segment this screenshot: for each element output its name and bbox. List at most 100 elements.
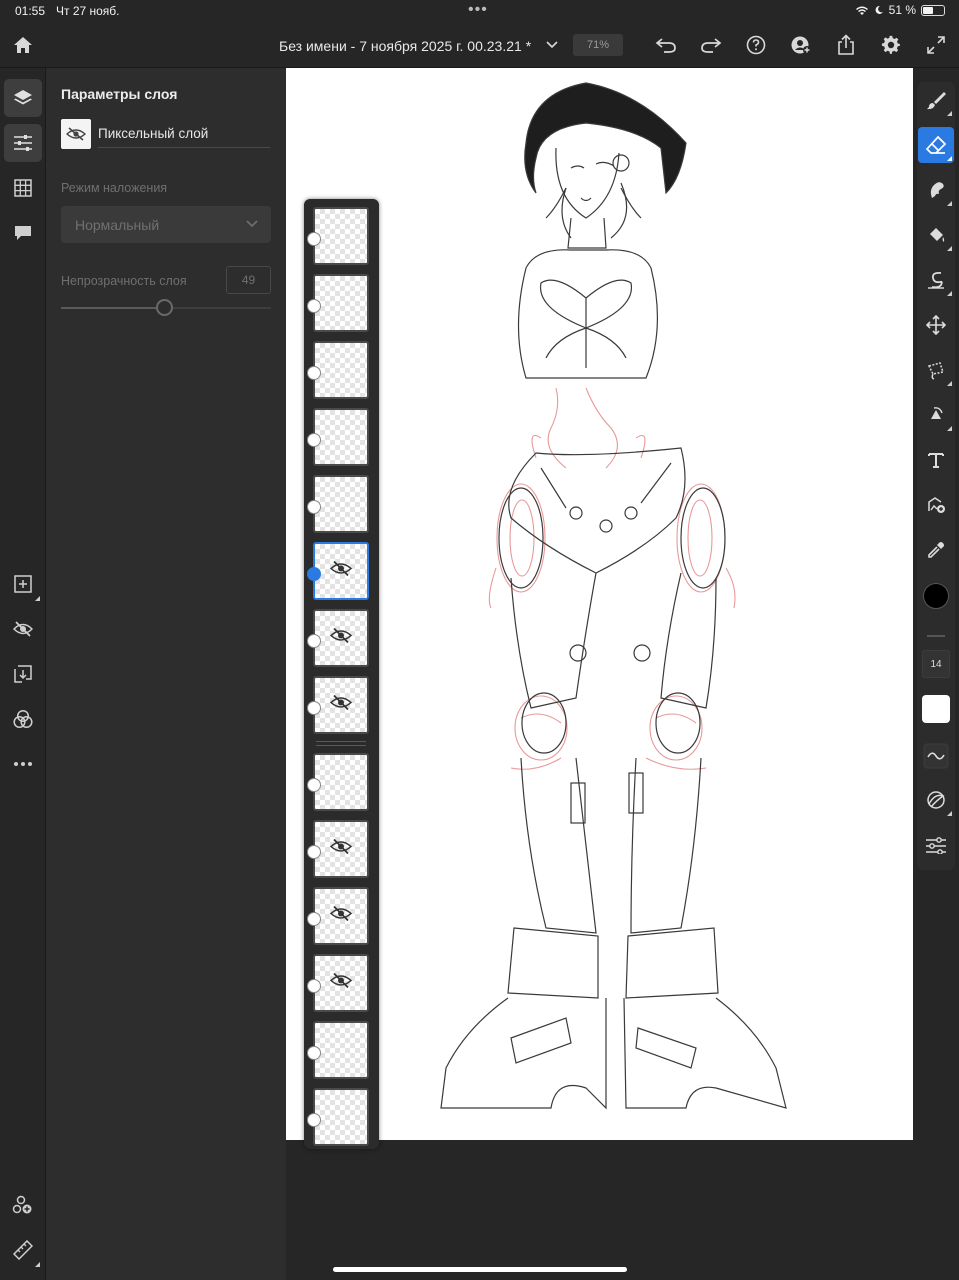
move-tool[interactable] xyxy=(918,307,954,343)
layer-badge-icon[interactable] xyxy=(307,1046,321,1060)
share-icon[interactable] xyxy=(833,32,859,58)
redo-icon[interactable] xyxy=(698,32,724,58)
brush-tool[interactable] xyxy=(918,82,954,118)
layer-thumbnail-11[interactable] xyxy=(313,887,369,945)
layer-thumbnail-9[interactable] xyxy=(313,753,369,811)
smudge-icon xyxy=(930,182,944,198)
layer-badge-icon[interactable] xyxy=(307,500,321,514)
layer-thumbnail-10[interactable] xyxy=(313,820,369,878)
settings-icon[interactable] xyxy=(878,32,904,58)
layer-badge-icon[interactable] xyxy=(307,979,321,993)
eyedropper-tool[interactable] xyxy=(918,532,954,568)
live-stream-icon[interactable] xyxy=(788,32,814,58)
brush-preview-swatch[interactable] xyxy=(922,695,950,723)
smoothing-button[interactable] xyxy=(918,738,954,774)
wifi-icon xyxy=(855,6,868,15)
zoom-level[interactable]: 71% xyxy=(573,34,623,56)
hidden-eye-icon xyxy=(329,627,353,649)
brush-settings-icon xyxy=(927,791,945,809)
layer-thumbnail-14[interactable] xyxy=(313,1088,369,1146)
layer-thumbnail[interactable] xyxy=(61,119,91,149)
primary-color-swatch[interactable] xyxy=(923,583,949,609)
drawing-canvas[interactable] xyxy=(286,68,913,1140)
layer-group-divider xyxy=(316,745,366,746)
blend-mode-select[interactable]: Нормальный xyxy=(61,206,271,243)
visibility-button[interactable] xyxy=(4,610,42,648)
layer-thumbnail-3[interactable] xyxy=(313,341,369,399)
canvas-workspace[interactable] xyxy=(286,68,918,1280)
transform-tool[interactable] xyxy=(918,397,954,433)
eyedropper-icon xyxy=(928,542,944,558)
help-icon[interactable] xyxy=(743,32,769,58)
blend-mode-label: Режим наложения xyxy=(61,181,168,195)
add-layer-button[interactable] xyxy=(4,565,42,603)
home-indicator[interactable] xyxy=(333,1267,627,1272)
layers-button[interactable] xyxy=(4,79,42,117)
home-icon[interactable] xyxy=(10,32,36,58)
hidden-eye-icon xyxy=(329,694,353,716)
artboard[interactable] xyxy=(286,68,913,1140)
blend-button[interactable] xyxy=(4,700,42,738)
place-image-tool[interactable] xyxy=(918,487,954,523)
eraser-tool[interactable] xyxy=(918,127,954,163)
smudge-tool[interactable] xyxy=(918,172,954,208)
opacity-slider[interactable] xyxy=(61,299,271,316)
comments-icon xyxy=(15,226,31,240)
opacity-slider-fill xyxy=(61,307,164,309)
merge-down-button[interactable] xyxy=(4,655,42,693)
lasso-tool[interactable] xyxy=(918,352,954,388)
layer-thumbnail-8[interactable] xyxy=(313,676,369,734)
hidden-eye-icon xyxy=(329,838,353,860)
layer-thumbnail-6[interactable] xyxy=(313,542,369,600)
opacity-slider-knob[interactable] xyxy=(155,299,173,316)
layer-badge-icon[interactable] xyxy=(307,634,321,648)
fill-tool[interactable] xyxy=(918,217,954,253)
fullscreen-icon[interactable] xyxy=(923,32,949,58)
layer-badge-icon[interactable] xyxy=(307,433,321,447)
more-icon xyxy=(14,762,32,766)
top-bar: Без имени - 7 ноября 2025 г. 00.23.21 * … xyxy=(0,22,959,68)
layer-badge-icon[interactable] xyxy=(307,778,321,792)
opacity-input[interactable]: 49 xyxy=(226,266,271,294)
layer-badge-icon[interactable] xyxy=(307,366,321,380)
status-right: 51 % xyxy=(855,3,945,17)
lasso-icon xyxy=(927,362,944,380)
layer-thumbnail-5[interactable] xyxy=(313,475,369,533)
layer-properties-button[interactable] xyxy=(4,124,42,162)
layer-thumbnail-4[interactable] xyxy=(313,408,369,466)
visibility-icon xyxy=(13,621,33,637)
layer-thumbnail-12[interactable] xyxy=(313,954,369,1012)
layer-badge-icon[interactable] xyxy=(307,701,321,715)
document-title[interactable]: Без имени - 7 ноября 2025 г. 00.23.21 * xyxy=(279,38,531,54)
layer-badge-icon[interactable] xyxy=(307,845,321,859)
layer-badge-icon[interactable] xyxy=(307,232,321,246)
ruler-button[interactable] xyxy=(4,1231,42,1269)
layer-thumbnail-7[interactable] xyxy=(313,609,369,667)
comments-button[interactable] xyxy=(4,214,42,252)
layer-name-field[interactable]: Пиксельный слой xyxy=(98,126,208,141)
layer-thumbnail-2[interactable] xyxy=(313,274,369,332)
brush-settings-button[interactable] xyxy=(918,782,954,818)
more-button[interactable] xyxy=(4,745,42,783)
layer-badge-icon[interactable] xyxy=(307,912,321,926)
chevron-down-icon[interactable] xyxy=(539,32,565,58)
liquify-tool[interactable] xyxy=(918,262,954,298)
size-slider-handle[interactable] xyxy=(927,635,945,637)
tool-options-button[interactable] xyxy=(918,827,954,863)
grid-button[interactable] xyxy=(4,169,42,207)
sliders-icon xyxy=(926,837,946,854)
layer-badge-icon[interactable] xyxy=(307,567,321,581)
layer-thumbnail-1[interactable] xyxy=(313,207,369,265)
grid-icon xyxy=(14,179,32,197)
text-tool[interactable] xyxy=(918,442,954,478)
assets-button[interactable] xyxy=(4,1186,42,1224)
assets-icon xyxy=(12,1195,32,1214)
layer-badge-icon[interactable] xyxy=(307,299,321,313)
layer-thumbnail-13[interactable] xyxy=(313,1021,369,1079)
undo-icon[interactable] xyxy=(653,32,679,58)
brush-size-value[interactable]: 14 xyxy=(922,650,950,678)
multitasking-dots[interactable]: ••• xyxy=(468,1,488,19)
layer-badge-icon[interactable] xyxy=(307,1113,321,1127)
status-bar: 01:55 Чт 27 нояб. ••• 51 % xyxy=(0,0,959,22)
hidden-eye-icon xyxy=(329,905,353,927)
